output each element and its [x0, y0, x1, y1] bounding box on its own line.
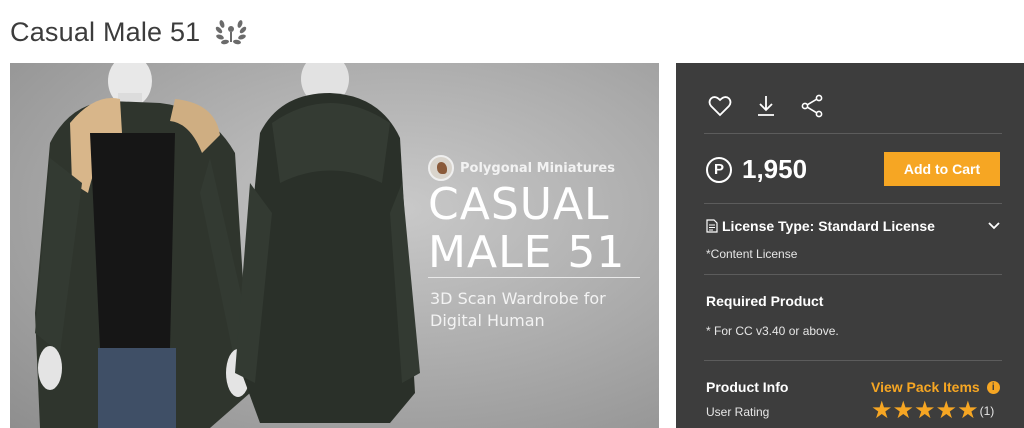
action-bar [707, 93, 825, 119]
brand-name: Polygonal Miniatures [460, 160, 615, 176]
view-pack-items-label: View Pack Items [871, 379, 980, 395]
laurel-wreath-icon [214, 16, 248, 48]
star-icon: ★ [914, 397, 936, 424]
required-product-title: Required Product [706, 293, 824, 309]
brand-badge: Polygonal Miniatures [428, 155, 615, 181]
license-type-label: License Type: Standard License [722, 218, 935, 234]
page-header: Casual Male 51 [10, 14, 248, 50]
product-info-title: Product Info [706, 379, 789, 395]
license-selector[interactable]: License Type: Standard License [706, 218, 1002, 234]
info-icon[interactable]: i [986, 380, 1000, 394]
hero-heading-line1: CASUAL [428, 179, 610, 230]
view-pack-items-link[interactable]: View Pack Items i [871, 379, 1000, 395]
price-value: 1,950 [742, 154, 808, 184]
chevron-down-icon[interactable] [986, 218, 1002, 234]
user-rating-label: User Rating [706, 405, 770, 419]
star-icon: ★ [935, 397, 958, 424]
panel-divider [704, 203, 1002, 204]
product-hero-image: Polygonal Miniatures CASUAL MALE 51 3D S… [10, 63, 659, 428]
star-icon: ★ [957, 397, 979, 424]
brand-logo-icon [428, 155, 454, 181]
document-icon [706, 219, 718, 233]
panel-divider [704, 274, 1002, 275]
hero-subtitle-line2: Digital Human [430, 311, 545, 330]
panel-divider [704, 360, 1002, 361]
add-to-cart-button[interactable]: Add to Cart [884, 152, 1000, 186]
required-product-note: * For CC v3.40 or above. [706, 324, 839, 338]
panel-divider [704, 133, 1002, 134]
share-icon[interactable] [799, 93, 825, 119]
points-currency-icon: P [706, 156, 732, 183]
heart-icon[interactable] [707, 93, 733, 119]
purchase-panel: P 1,950 Add to Cart License Type: Standa… [676, 63, 1024, 428]
star-icon: ★ [892, 397, 915, 424]
rating-count[interactable]: (1) [980, 404, 995, 418]
download-icon[interactable] [753, 93, 779, 119]
license-note: *Content License [706, 247, 798, 261]
hero-subtitle-line1: 3D Scan Wardrobe for [430, 289, 606, 308]
page-title: Casual Male 51 [10, 16, 201, 47]
user-rating-stars: ★ ★ ★ ★ ★ (1) [871, 399, 994, 423]
hero-divider [428, 277, 640, 278]
price-display: P 1,950 [706, 154, 807, 185]
star-icon: ★ [871, 397, 893, 424]
hero-heading-line2: MALE 51 [428, 227, 626, 278]
